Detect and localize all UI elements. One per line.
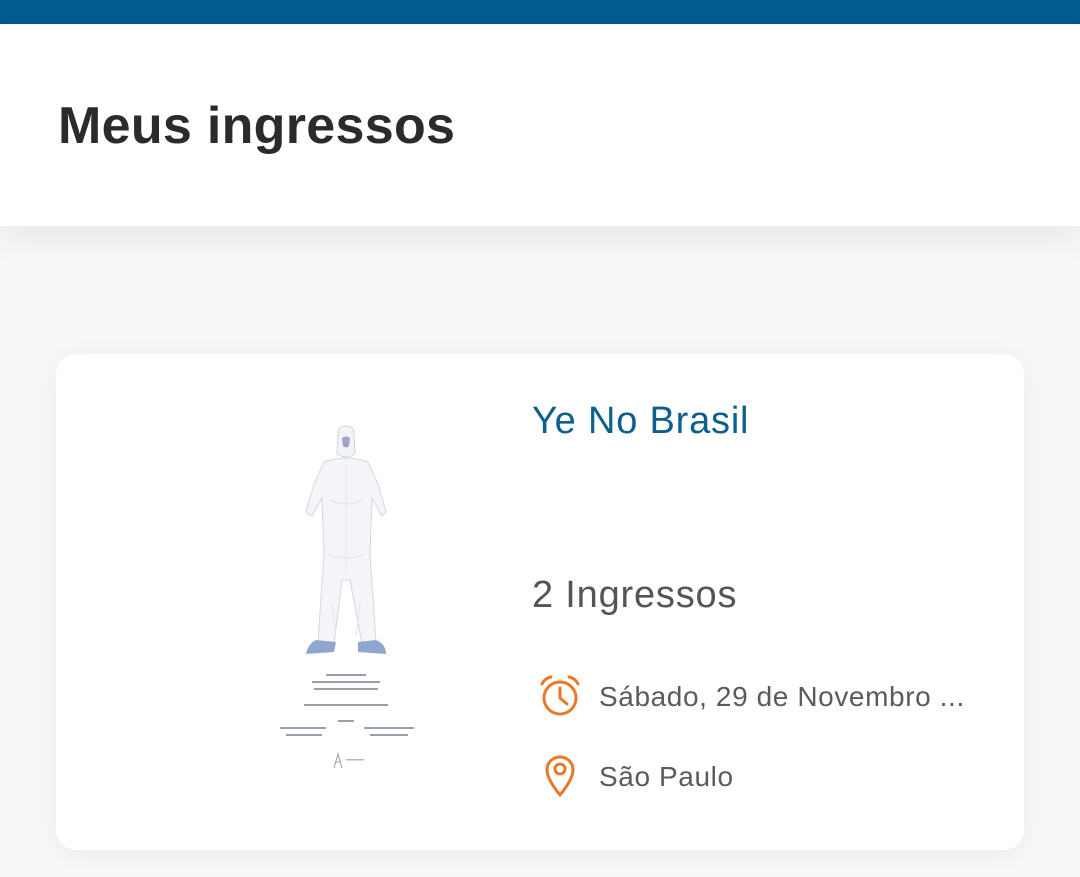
event-location-row: São Paulo	[536, 754, 1006, 798]
event-date-text: Sábado, 29 de Novembro ...	[599, 681, 965, 712]
event-date-row: Sábado, 29 de Novembro ...	[536, 674, 1006, 718]
top-app-bar	[0, 0, 1080, 24]
alarm-clock-icon	[540, 675, 580, 716]
ticket-card[interactable]: Ye No Brasil 2 Ingressos Sábado, 29 de N…	[56, 354, 1024, 850]
event-title[interactable]: Ye No Brasil	[532, 398, 749, 444]
map-pin-icon	[545, 755, 575, 797]
ticket-count: 2 Ingressos	[532, 574, 738, 616]
event-poster-image	[246, 404, 446, 784]
page-title: Meus ingressos	[58, 97, 456, 155]
event-location-text: São Paulo	[599, 761, 734, 792]
page-header: Meus ingressos	[0, 24, 1080, 226]
